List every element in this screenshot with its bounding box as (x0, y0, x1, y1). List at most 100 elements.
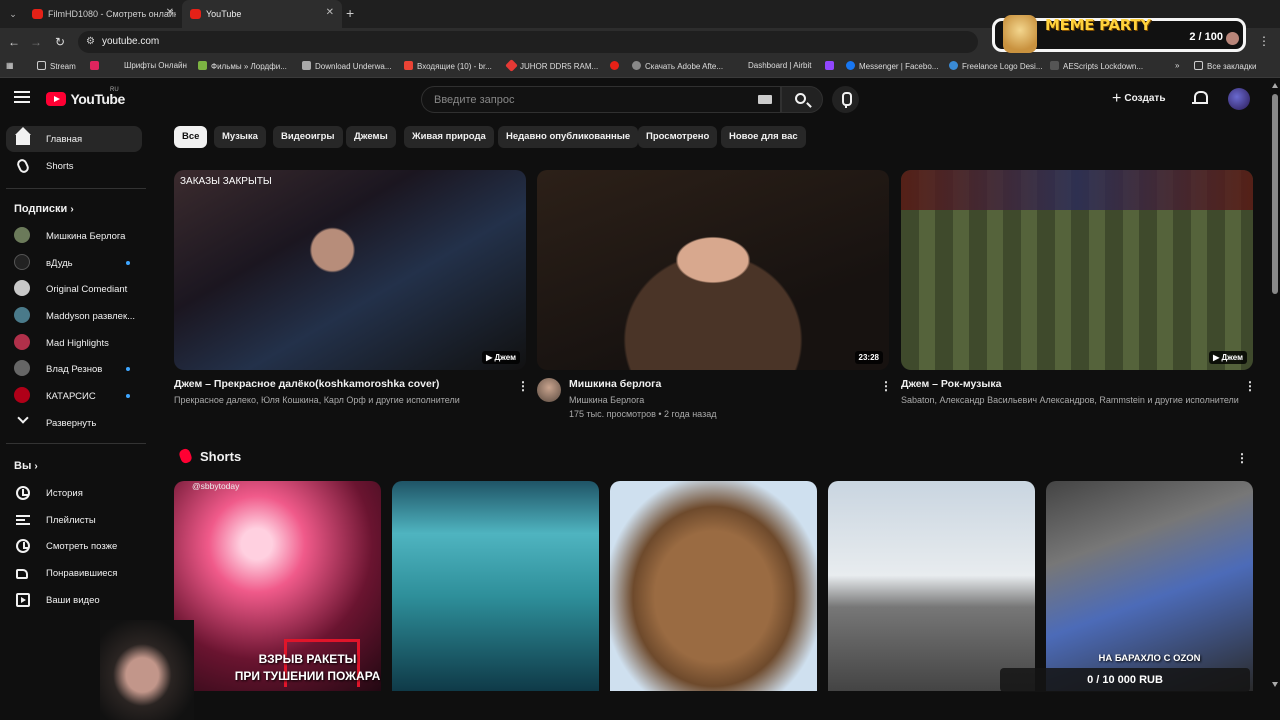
video-title[interactable]: Мишкина берлога (569, 378, 661, 390)
sidebar-item-label: Ваши видео (46, 595, 100, 606)
notifications-bell-icon[interactable] (1192, 91, 1208, 105)
you-heading[interactable]: Вы › (14, 460, 38, 472)
sidebar-item-shorts[interactable]: Shorts (6, 153, 142, 179)
bookmark-inbox[interactable]: Входящие (10) - br... (404, 61, 492, 71)
voice-search-mic-icon[interactable] (832, 86, 859, 113)
search-button[interactable] (781, 86, 823, 113)
account-avatar[interactable] (1228, 88, 1250, 110)
new-content-dot (126, 261, 130, 265)
chevron-right-icon: › (70, 204, 74, 215)
scrollbar-thumb[interactable] (1272, 94, 1278, 294)
hamburger-menu-icon[interactable] (14, 91, 30, 103)
sidebar-item-your-videos[interactable]: Ваши видео (6, 587, 142, 613)
bookmark-airbit[interactable]: Dashboard | Airbit (748, 61, 811, 70)
forward-arrow-icon[interactable]: → (28, 34, 44, 50)
bookmark-freelance[interactable]: Freelance Logo Desi... (949, 61, 1043, 71)
plus-icon: + (1112, 90, 1122, 107)
chip-jams[interactable]: Джемы (346, 126, 396, 148)
sidebar-item-label: Mad Highlights (46, 338, 109, 349)
streamer-webcam (100, 620, 194, 720)
sidebar-item-subscription[interactable]: КАТАРСИС (6, 383, 142, 409)
bookmark-juhor[interactable]: JUHOR DDR5 RAM... (505, 59, 598, 72)
short-card[interactable] (610, 481, 817, 691)
browser-tab-filmhd[interactable]: FilmHD1080 - Смотреть онлайн ✕ (24, 0, 182, 28)
scroll-up-arrow-icon[interactable] (1272, 83, 1278, 88)
sidebar-item-expand[interactable]: Развернуть (6, 410, 142, 436)
keyboard-icon[interactable] (758, 95, 772, 104)
close-tab-icon[interactable]: ✕ (326, 7, 334, 18)
chip-videogames[interactable]: Видеоигры (273, 126, 343, 148)
sidebar-item-watch-later[interactable]: Смотреть позже (6, 533, 142, 559)
channel-avatar (14, 387, 30, 403)
globe-icon (632, 61, 641, 70)
video-title[interactable]: Джем – Рок-музыка (901, 378, 1001, 390)
page-scrollbar[interactable] (1270, 80, 1280, 720)
sidebar-item-label: История (46, 488, 83, 499)
site-info-icon[interactable]: ⚙ (86, 36, 95, 47)
video-thumbnail[interactable]: ЗАКАЗЫ ЗАКРЫТЫ ▶ Джем (174, 170, 526, 370)
chip-wildlife[interactable]: Живая природа (404, 126, 494, 148)
bookmark-stream[interactable]: Stream (37, 61, 76, 71)
video-title[interactable]: Джем – Прекрасное далёко(koshkamoroshka … (174, 378, 439, 390)
sidebar-item-subscription[interactable]: Maddyson развлек... (6, 303, 142, 329)
back-arrow-icon[interactable]: ← (6, 34, 22, 50)
bookmark-films[interactable]: Фильмы » Лордфи... (198, 61, 287, 71)
sidebar-item-playlists[interactable]: Плейлисты (6, 507, 142, 533)
bookmark-adobe[interactable] (610, 61, 623, 71)
browser-menu-icon[interactable]: ⋮ (1258, 34, 1270, 48)
sidebar-item-label: Понравившиеся (46, 568, 118, 579)
sidebar-item-history[interactable]: История (6, 480, 142, 506)
sidebar-item-label: Shorts (46, 161, 74, 172)
sidebar-item-liked[interactable]: Понравившиеся (6, 560, 142, 586)
chip-watched[interactable]: Просмотрено (638, 126, 718, 148)
bookmark-download[interactable]: Download Underwa... (302, 61, 391, 71)
bookmark-adobe-label[interactable]: Скачать Adobe Afte... (632, 61, 723, 71)
new-content-dot (126, 367, 130, 371)
chip-recently-uploaded[interactable]: Недавно опубликованные (498, 126, 639, 148)
chip-music[interactable]: Музыка (214, 126, 266, 148)
create-button[interactable]: + Создать (1112, 90, 1165, 108)
short-card[interactable] (392, 481, 599, 691)
more-options-icon[interactable]: ⋮ (1244, 379, 1256, 393)
scroll-down-arrow-icon[interactable] (1272, 682, 1278, 687)
search-input[interactable]: Введите запрос (421, 86, 781, 113)
short-card[interactable]: @sbbytoday ВЗРЫВ РАКЕТЫ ПРИ ТУШЕНИИ ПОЖА… (174, 481, 381, 691)
new-tab-plus-icon[interactable]: + (346, 5, 354, 21)
bookmark-all[interactable]: Все закладки (1194, 61, 1256, 71)
bookmark-messenger[interactable]: Messenger | Facebo... (846, 61, 938, 71)
tab-search-chevron-icon[interactable]: ⌄ (4, 5, 22, 23)
apps-grid-icon[interactable]: ▦ (6, 61, 14, 70)
youtube-logo[interactable]: YouTube RU (46, 87, 125, 108)
sidebar-item-subscription[interactable]: Original Comediant (6, 276, 142, 302)
sidebar-item-label: Смотреть позже (46, 541, 118, 552)
bookmark-fonts[interactable] (90, 61, 103, 71)
bookmarks-overflow-icon[interactable]: » (1175, 61, 1179, 70)
channel-avatar[interactable] (537, 378, 561, 402)
channel-name[interactable]: Мишкина Берлога (569, 395, 644, 405)
close-tab-icon[interactable]: ✕ (166, 7, 174, 18)
search-icon (795, 93, 806, 104)
more-options-icon[interactable]: ⋮ (517, 379, 529, 393)
sidebar-item-subscription[interactable]: Влад Резнов (6, 356, 142, 382)
subscriptions-heading[interactable]: Подписки › (14, 203, 74, 215)
chip-all[interactable]: Все (174, 126, 208, 148)
short-card[interactable]: НА БАРАХЛО С OZON (1046, 481, 1253, 691)
sidebar-item-label: Maddyson развлек... (46, 311, 136, 322)
browser-tab-youtube[interactable]: YouTube ✕ (182, 0, 342, 28)
bookmark-fonts-label[interactable]: Шрифты Онлайн (124, 61, 187, 70)
omnibox[interactable]: ⚙ youtube.com (78, 31, 978, 53)
sidebar-item-home[interactable]: Главная (6, 126, 142, 152)
more-options-icon[interactable]: ⋮ (880, 379, 892, 393)
video-thumbnail[interactable]: 23:28 (537, 170, 889, 370)
chip-new-for-you[interactable]: Новое для вас (721, 126, 806, 148)
video-thumbnail[interactable]: ▶ Джем (901, 170, 1253, 370)
short-card[interactable] (828, 481, 1035, 691)
bookmark-aescripts[interactable]: AEScripts Lockdown... (1050, 61, 1143, 71)
more-options-icon[interactable]: ⋮ (1236, 451, 1248, 465)
sidebar-item-subscription[interactable]: Mad Highlights (6, 330, 142, 356)
twitch-bookmark[interactable] (825, 61, 838, 71)
sidebar-item-subscription[interactable]: Мишкина Берлога (6, 223, 142, 249)
sidebar-item-subscription[interactable]: вДудь (6, 250, 142, 276)
films-favicon-icon (198, 61, 207, 70)
reload-icon[interactable]: ↻ (52, 34, 68, 50)
